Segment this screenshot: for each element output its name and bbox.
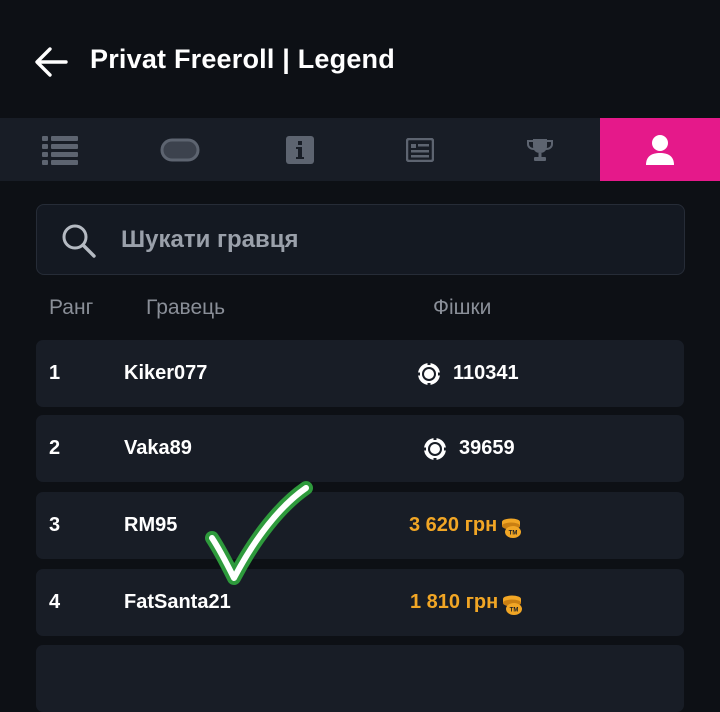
rank-cell: 3 <box>49 514 61 536</box>
prize-cell: 1 810 грн TM <box>410 569 524 636</box>
tab-info[interactable] <box>240 118 360 181</box>
rank-cell: 4 <box>49 591 61 613</box>
rank-cell: 1 <box>49 362 61 384</box>
column-header-player: Гравець <box>146 296 226 319</box>
list-icon <box>42 135 78 165</box>
coins-icon: TM <box>503 595 523 615</box>
trophy-icon <box>527 138 553 161</box>
chips-cell: 39659 <box>423 415 515 482</box>
rank-cell: 2 <box>49 437 61 459</box>
svg-text:TM: TM <box>509 530 518 536</box>
search-input[interactable] <box>119 205 659 274</box>
app-header: Privat Freeroll | Legend <box>0 0 720 118</box>
player-name: Kiker077 <box>124 362 208 384</box>
column-header-chips: Фішки <box>433 296 492 319</box>
table-row[interactable]: 1 Kiker077 110341 <box>36 340 684 407</box>
svg-text:TM: TM <box>510 607 519 613</box>
table-row[interactable]: 3 RM95 3 620 грн TM <box>36 492 684 559</box>
back-button[interactable] <box>30 42 72 82</box>
player-name: RM95 <box>124 514 178 536</box>
tab-players[interactable] <box>600 118 720 181</box>
tab-prizes[interactable] <box>480 118 600 181</box>
info-icon <box>286 135 314 164</box>
arrow-left-icon <box>35 47 68 77</box>
chips-value: 110341 <box>453 362 519 384</box>
tab-list[interactable] <box>0 118 120 181</box>
tab-details[interactable] <box>360 118 480 181</box>
tab-bar <box>0 118 720 181</box>
table-row[interactable] <box>36 645 684 712</box>
table-icon <box>160 138 200 161</box>
prize-value: 3 620 грн <box>409 514 498 536</box>
player-name: FatSanta21 <box>124 591 231 613</box>
search-icon <box>62 224 96 258</box>
chips-cell: 110341 <box>417 340 519 407</box>
tab-table[interactable] <box>120 118 240 181</box>
user-icon <box>646 134 674 165</box>
table-row[interactable]: 4 FatSanta21 1 810 грн TM <box>36 569 684 636</box>
prize-value: 1 810 грн <box>410 591 499 613</box>
player-name: Vaka89 <box>124 437 192 459</box>
page-title: Privat Freeroll | Legend <box>90 44 395 74</box>
chips-value: 39659 <box>459 437 515 459</box>
prize-cell: 3 620 грн TM <box>409 492 523 559</box>
search-box[interactable] <box>36 204 685 275</box>
coins-icon: TM <box>502 518 522 538</box>
table-row[interactable]: 2 Vaka89 39659 <box>36 415 684 482</box>
column-header-rank: Ранг <box>49 296 94 319</box>
poker-chip-icon <box>417 361 441 386</box>
id-card-icon <box>406 137 434 162</box>
poker-chip-icon <box>423 436 447 461</box>
